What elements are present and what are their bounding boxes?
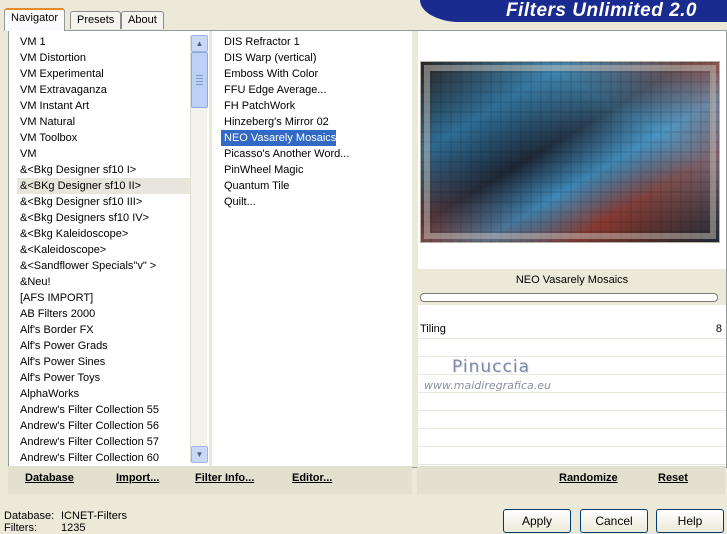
category-scrollbar[interactable]: ▲ ▼: [190, 35, 208, 463]
category-item[interactable]: Andrew's Filter Collection 57: [17, 434, 192, 450]
category-item[interactable]: Andrew's Filter Collection 55: [17, 402, 192, 418]
category-item[interactable]: VM Instant Art: [17, 98, 192, 114]
filter-item[interactable]: DIS Warp (vertical): [221, 50, 317, 66]
category-list[interactable]: VM 1 VM Distortion VM Experimental VM Extra…: [17, 34, 192, 464]
left-toolbar: Database Import... Filter Info... Editor…: [8, 466, 412, 494]
filter-item[interactable]: Picasso's Another Word...: [221, 146, 349, 162]
category-item[interactable]: VM Toolbox: [17, 130, 192, 146]
category-item[interactable]: AB Filters 2000: [17, 306, 192, 322]
category-item[interactable]: &<Bkg Designers sf10 IV>: [17, 210, 192, 226]
category-item[interactable]: &Neu!: [17, 274, 192, 290]
filters-label: Filters:: [4, 522, 37, 534]
category-item[interactable]: Alf's Power Toys: [17, 370, 192, 386]
param-row-empty: [418, 447, 726, 465]
editor-button[interactable]: Editor...: [292, 472, 332, 484]
filter-item[interactable]: NEO Vasarely Mosaics: [221, 130, 337, 146]
title-banner: Filters Unlimited 2.0: [420, 0, 727, 22]
filter-item[interactable]: Quilt...: [221, 194, 256, 210]
database-value: ICNET-Filters: [61, 510, 127, 522]
preview-image: [421, 62, 719, 242]
param-row-empty: [418, 429, 726, 447]
category-item[interactable]: VM Experimental: [17, 66, 192, 82]
category-item[interactable]: AlphaWorks: [17, 386, 192, 402]
category-item[interactable]: VM 1: [17, 34, 192, 50]
category-item[interactable]: VM Natural: [17, 114, 192, 130]
param-row-empty: [418, 411, 726, 429]
param-value: 8: [715, 323, 722, 335]
category-item[interactable]: &<Bkg Kaleidoscope>: [17, 226, 192, 242]
filters-count: 1235: [61, 522, 86, 534]
category-item[interactable]: Alf's Power Grads: [17, 338, 192, 354]
progress-bar: [420, 293, 718, 302]
category-item[interactable]: Andrew's Filter Collection 60: [17, 450, 192, 464]
filter-list[interactable]: DIS Refractor 1 DIS Warp (vertical) Emboss…: [221, 34, 401, 464]
panel-divider: [209, 31, 212, 467]
randomize-button[interactable]: Randomize: [559, 472, 618, 484]
filter-item[interactable]: FH PatchWork: [221, 98, 295, 114]
database-button[interactable]: Database: [25, 472, 74, 484]
category-item[interactable]: &<Bkg Designer sf10 III>: [17, 194, 192, 210]
category-item[interactable]: Alf's Power Sines: [17, 354, 192, 370]
category-item[interactable]: Andrew's Filter Collection 56: [17, 418, 192, 434]
category-item[interactable]: &<BKg Designer sf10 II>: [17, 178, 192, 194]
filter-item[interactable]: PinWheel Magic: [221, 162, 303, 178]
import-button[interactable]: Import...: [116, 472, 159, 484]
category-item[interactable]: &<Bkg Designer sf10 I>: [17, 162, 192, 178]
help-button[interactable]: Help: [656, 509, 724, 533]
filter-name-box: NEO Vasarely Mosaics: [418, 269, 726, 305]
right-toolbar: Randomize Reset: [417, 466, 725, 494]
cancel-button[interactable]: Cancel: [580, 509, 648, 533]
scroll-up-button[interactable]: ▲: [191, 35, 208, 52]
watermark-url: www.maidiregrafica.eu: [424, 379, 551, 392]
reset-button[interactable]: Reset: [658, 472, 688, 484]
category-item[interactable]: VM Extravaganza: [17, 82, 192, 98]
category-item[interactable]: &<Sandflower Specials"v" >: [17, 258, 192, 274]
category-item[interactable]: &<Kaleidoscope>: [17, 242, 192, 258]
apply-button[interactable]: Apply: [503, 509, 571, 533]
filter-item[interactable]: Quantum Tile: [221, 178, 289, 194]
filter-item[interactable]: Hinzeberg's Mirror 02: [221, 114, 329, 130]
filter-item[interactable]: Emboss With Color: [221, 66, 318, 82]
filter-item[interactable]: FFU Edge Average...: [221, 82, 327, 98]
tab-navigator[interactable]: Navigator: [4, 8, 66, 31]
category-item[interactable]: [AFS IMPORT]: [17, 290, 192, 306]
filter-preview: [420, 61, 720, 243]
param-label: Tiling: [420, 323, 446, 335]
parameter-list: Tiling 8: [418, 321, 726, 465]
scroll-thumb[interactable]: [191, 52, 208, 108]
param-row-empty: [418, 393, 726, 411]
tab-about[interactable]: About: [121, 11, 164, 29]
category-item[interactable]: VM Distortion: [17, 50, 192, 66]
category-item[interactable]: VM: [17, 146, 192, 162]
param-row-empty: [418, 339, 726, 357]
filter-item[interactable]: DIS Refractor 1: [221, 34, 300, 50]
banner-title: Filters Unlimited 2.0: [505, 0, 697, 21]
category-item[interactable]: Alf's Border FX: [17, 322, 192, 338]
selected-filter-name: NEO Vasarely Mosaics: [515, 274, 629, 286]
database-label: Database:: [4, 510, 55, 522]
param-row-tiling[interactable]: Tiling 8: [418, 321, 726, 339]
filter-info-button[interactable]: Filter Info...: [195, 472, 254, 484]
tab-presets[interactable]: Presets: [70, 11, 122, 29]
scroll-down-button[interactable]: ▼: [191, 446, 208, 463]
navigator-panel: VM 1 VM Distortion VM Experimental VM Extra…: [8, 30, 727, 468]
status-area: Database: ICNET-Filters Filters: 1235: [4, 510, 127, 534]
watermark-name: Pinuccia: [452, 357, 530, 377]
